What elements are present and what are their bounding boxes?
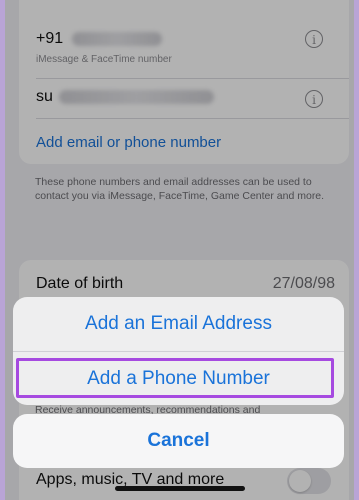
screen: +91 iMessage & FaceTime number i su i Ad… [5,0,354,500]
cancel-button[interactable]: Cancel [13,414,344,468]
home-indicator[interactable] [115,486,245,491]
cancel-sheet: Cancel [13,414,344,468]
highlight-box [16,358,334,398]
add-email-address-button[interactable]: Add an Email Address [13,297,344,351]
